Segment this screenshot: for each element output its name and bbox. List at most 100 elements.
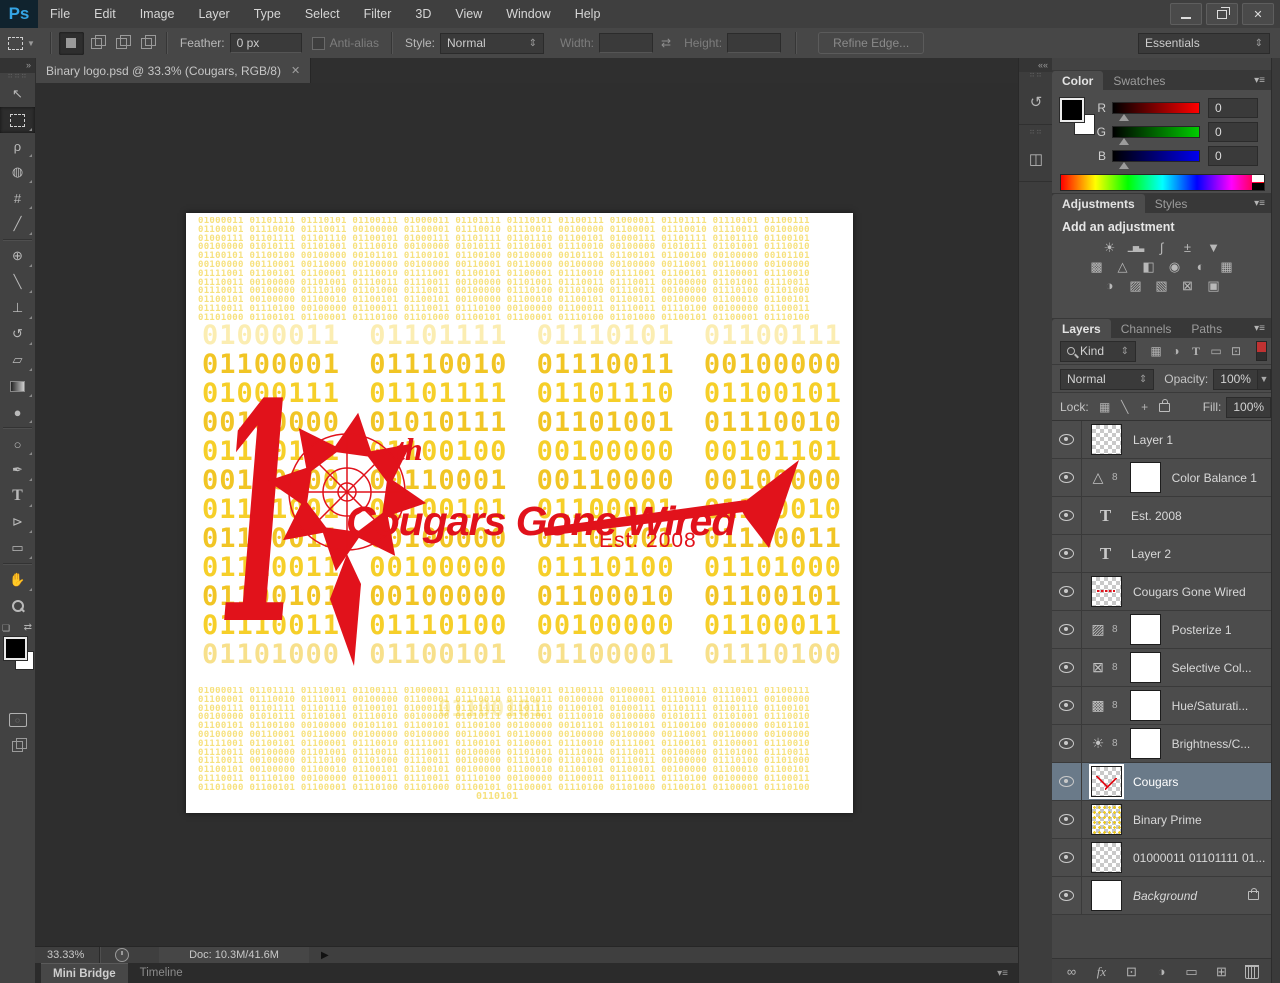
photo-filter-icon[interactable]: ◉ bbox=[1162, 257, 1188, 276]
foreground-color-swatch[interactable] bbox=[3, 636, 28, 661]
gradient-tool[interactable] bbox=[0, 373, 35, 399]
new-layer-button[interactable]: ⊞ bbox=[1210, 961, 1234, 983]
layer-row[interactable]: Background bbox=[1052, 877, 1271, 915]
layer-name[interactable]: Binary Prime bbox=[1133, 813, 1202, 827]
opacity-input[interactable]: 100% bbox=[1213, 368, 1258, 390]
tab-styles[interactable]: Styles bbox=[1145, 194, 1198, 213]
refine-edge-button[interactable]: Refine Edge... bbox=[818, 32, 925, 54]
black-swatch[interactable] bbox=[1252, 183, 1264, 190]
add-to-selection-button[interactable] bbox=[84, 32, 109, 55]
delete-layer-button[interactable] bbox=[1240, 961, 1264, 983]
layer-row[interactable]: Layer 1 bbox=[1052, 421, 1271, 459]
tab-channels[interactable]: Channels bbox=[1111, 319, 1182, 338]
blue-slider[interactable] bbox=[1112, 150, 1200, 169]
status-expand-icon[interactable]: ▶ bbox=[321, 950, 329, 961]
filter-smart-objects-icon[interactable]: ⊡ bbox=[1226, 342, 1246, 361]
vibrance-icon[interactable]: ▼ bbox=[1201, 238, 1227, 257]
close-tab-icon[interactable]: ✕ bbox=[291, 64, 300, 77]
lock-position-icon[interactable]: + bbox=[1135, 398, 1155, 417]
color-spectrum-ramp[interactable] bbox=[1060, 174, 1265, 191]
menu-type[interactable]: Type bbox=[242, 7, 293, 21]
layer-row[interactable]: ▩ 8 Hue/Saturati... bbox=[1052, 687, 1271, 725]
feather-input[interactable]: 0 px bbox=[229, 33, 302, 53]
filter-adjustment-layers-icon[interactable]: ◑ bbox=[1166, 342, 1186, 361]
menu-image[interactable]: Image bbox=[128, 7, 187, 21]
visibility-toggle[interactable] bbox=[1052, 877, 1082, 914]
toolbar-grip[interactable]: ⠿⠿⠿ bbox=[0, 73, 35, 81]
layer-filter-select[interactable]: Kind ⇕ bbox=[1060, 340, 1136, 362]
menu-view[interactable]: View bbox=[443, 7, 494, 21]
quick-mask-button[interactable]: ◌ bbox=[0, 707, 35, 733]
slider-thumb[interactable] bbox=[1119, 113, 1129, 121]
rectangular-marquee-tool[interactable] bbox=[0, 107, 35, 133]
color-lookup-icon[interactable]: ▦ bbox=[1214, 257, 1240, 276]
visibility-toggle[interactable] bbox=[1052, 421, 1082, 458]
layer-name[interactable]: Selective Col... bbox=[1172, 661, 1252, 675]
blue-value-input[interactable]: 0 bbox=[1208, 146, 1258, 166]
close-button[interactable]: ✕ bbox=[1242, 3, 1274, 25]
layer-mask-thumbnail[interactable] bbox=[1129, 690, 1161, 721]
layer-row[interactable]: 01000011 01101111 01... bbox=[1052, 839, 1271, 877]
layer-row[interactable]: ▨ 8 Posterize 1 bbox=[1052, 611, 1271, 649]
layer-name[interactable]: 01000011 01101111 01... bbox=[1133, 851, 1265, 865]
selective-color-icon[interactable]: ▣ bbox=[1201, 276, 1227, 295]
layer-thumbnail[interactable] bbox=[1091, 842, 1122, 873]
menu-edit[interactable]: Edit bbox=[82, 7, 128, 21]
tab-mini-bridge[interactable]: Mini Bridge bbox=[41, 963, 128, 983]
foreground-color-swatch[interactable] bbox=[1059, 97, 1085, 123]
menu-file[interactable]: File bbox=[38, 7, 82, 21]
curves-icon[interactable]: ∫ bbox=[1149, 238, 1175, 257]
subtract-selection-button[interactable] bbox=[109, 32, 134, 55]
type-tool[interactable]: T bbox=[0, 483, 35, 509]
swap-dimensions-icon[interactable]: ⇄ bbox=[661, 36, 671, 50]
lock-pixels-icon[interactable]: ╲ bbox=[1115, 398, 1135, 417]
add-layer-mask-button[interactable]: ⊡ bbox=[1120, 961, 1144, 983]
history-panel-button[interactable]: ↺ bbox=[1019, 80, 1053, 125]
tab-color[interactable]: Color bbox=[1052, 71, 1104, 90]
layer-name[interactable]: Layer 2 bbox=[1131, 547, 1171, 561]
menu-select[interactable]: Select bbox=[293, 7, 352, 21]
quick-selection-tool[interactable]: ◍ bbox=[0, 159, 35, 185]
threshold-icon[interactable]: ▧ bbox=[1149, 276, 1175, 295]
layer-name[interactable]: Color Balance 1 bbox=[1172, 471, 1257, 485]
red-value-input[interactable]: 0 bbox=[1208, 98, 1258, 118]
layer-row[interactable]: △ 8 Color Balance 1 bbox=[1052, 459, 1271, 497]
clone-stamp-tool[interactable]: ⊥ bbox=[0, 295, 35, 321]
zoom-tool[interactable] bbox=[0, 593, 35, 619]
filter-pixel-layers-icon[interactable]: ▦ bbox=[1146, 342, 1166, 361]
blur-tool[interactable]: ● bbox=[0, 399, 35, 425]
layer-row-selected[interactable]: Cougars bbox=[1052, 763, 1271, 801]
color-balance-icon[interactable]: △ bbox=[1110, 257, 1136, 276]
tab-paths[interactable]: Paths bbox=[1181, 319, 1232, 338]
rectangle-tool[interactable]: ▭ bbox=[0, 535, 35, 561]
red-slider[interactable] bbox=[1112, 102, 1200, 121]
anti-alias-checkbox[interactable] bbox=[311, 36, 325, 50]
tool-preset-picker[interactable]: ▼ bbox=[0, 36, 43, 50]
path-selection-tool[interactable]: ⊳ bbox=[0, 509, 35, 535]
hand-tool[interactable]: ✋ bbox=[0, 567, 35, 593]
black-white-icon[interactable]: ◧ bbox=[1136, 257, 1162, 276]
panel-menu-icon[interactable]: ▾≡ bbox=[1254, 75, 1265, 86]
exposure-icon[interactable]: ± bbox=[1175, 238, 1201, 257]
crop-tool[interactable]: # bbox=[0, 185, 35, 211]
panel-menu-icon[interactable]: ▾≡ bbox=[1254, 323, 1265, 334]
height-input[interactable] bbox=[727, 33, 782, 53]
zoom-level[interactable]: 33.33% bbox=[47, 949, 99, 961]
toolbar-collapse-button[interactable]: » bbox=[0, 58, 35, 73]
filter-shape-layers-icon[interactable]: ▭ bbox=[1206, 342, 1226, 361]
channel-mixer-icon[interactable]: ◐ bbox=[1188, 257, 1214, 276]
style-select[interactable]: Normal ⇕ bbox=[440, 32, 544, 54]
visibility-toggle[interactable] bbox=[1052, 535, 1082, 572]
document-tab[interactable]: Binary logo.psd @ 33.3% (Cougars, RGB/8)… bbox=[36, 58, 312, 83]
tab-layers[interactable]: Layers bbox=[1052, 319, 1111, 338]
white-swatch[interactable] bbox=[1252, 175, 1264, 182]
menu-window[interactable]: Window bbox=[494, 7, 562, 21]
lock-transparency-icon[interactable]: ▦ bbox=[1095, 398, 1115, 417]
visibility-toggle[interactable] bbox=[1052, 497, 1082, 534]
document-size[interactable]: Doc: 10.3M/41.6M bbox=[159, 947, 309, 963]
menu-layer[interactable]: Layer bbox=[186, 7, 241, 21]
layer-mask-thumbnail[interactable] bbox=[1129, 728, 1161, 759]
layer-thumbnail[interactable] bbox=[1091, 424, 1122, 455]
lock-all-icon[interactable] bbox=[1155, 398, 1175, 417]
layer-thumbnail[interactable] bbox=[1091, 576, 1122, 607]
